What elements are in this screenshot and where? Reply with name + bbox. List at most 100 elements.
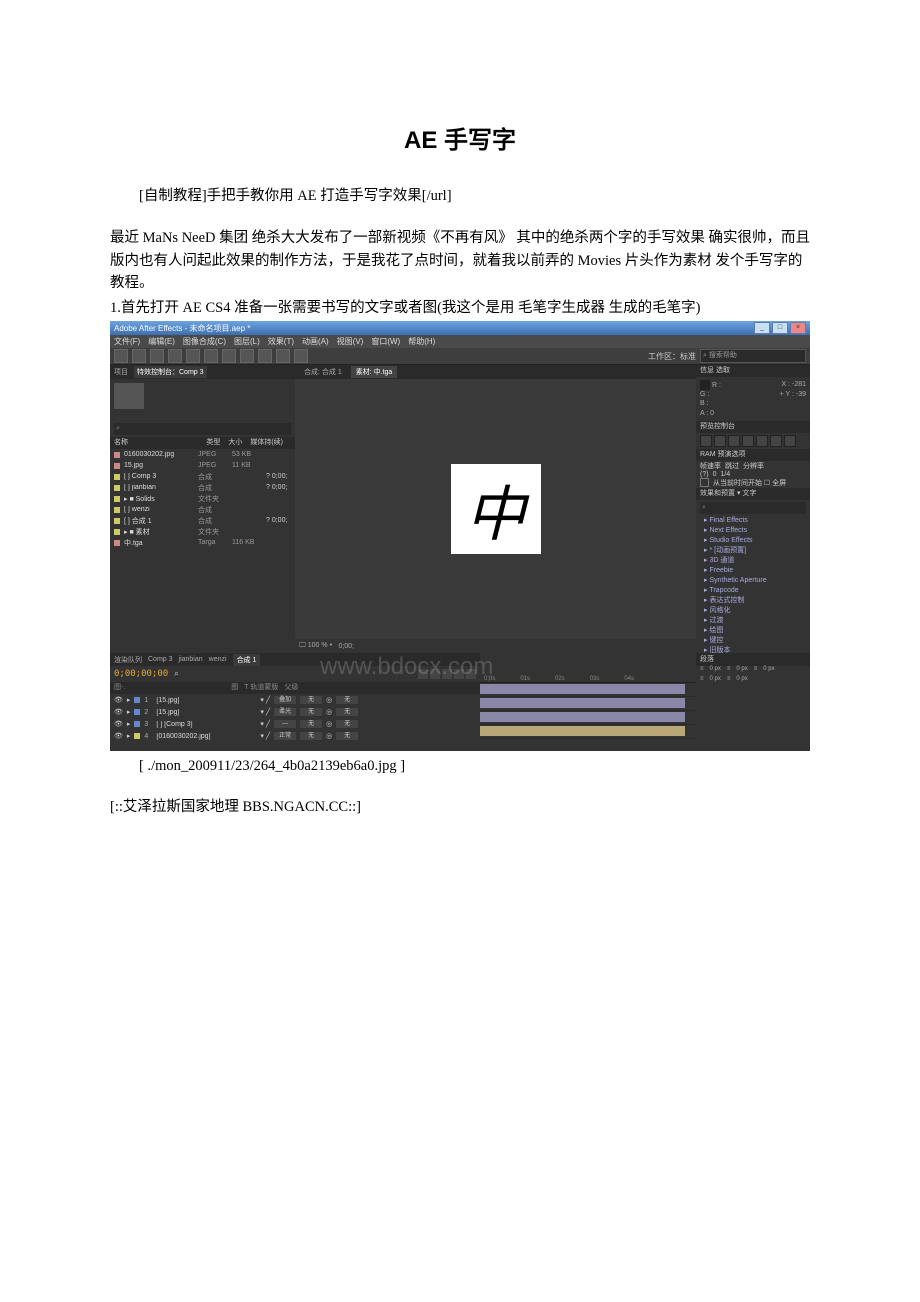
timeline-tab-comp1[interactable]: 合成 1 bbox=[233, 654, 261, 666]
pen-tool-icon[interactable] bbox=[222, 349, 236, 363]
prev-frame-icon[interactable] bbox=[714, 435, 726, 447]
menu-effect[interactable]: 效果(T) bbox=[268, 336, 294, 347]
tab-project[interactable]: 项目 bbox=[114, 367, 128, 377]
loop-icon[interactable] bbox=[770, 435, 782, 447]
tool-bar: 工作区：标准 ⌕ 搜索帮助 bbox=[110, 348, 810, 365]
effects-search-input[interactable]: ⌕ bbox=[700, 502, 806, 514]
parent-dropdown[interactable]: 无 bbox=[336, 720, 358, 728]
menu-composition[interactable]: 图像合成(C) bbox=[183, 336, 226, 347]
timeline-tab-render[interactable]: 渲染队列 bbox=[114, 655, 142, 665]
project-item[interactable]: ▸ ■ Solids文件夹 bbox=[110, 493, 295, 504]
menu-animation[interactable]: 动画(A) bbox=[302, 336, 329, 347]
project-item[interactable]: [ ] 合成 1合成? 0;00; bbox=[110, 515, 295, 526]
viewer-tab-footage[interactable]: 素材: 中.tga bbox=[351, 366, 398, 378]
effect-category[interactable]: ▸ 过渡 bbox=[696, 616, 810, 626]
project-item[interactable]: 0160030202.jpgJPEG53 KB bbox=[110, 449, 295, 460]
camera-tool-icon[interactable] bbox=[186, 349, 200, 363]
tab-effect-controls[interactable]: 特效控制台：Comp 3 bbox=[134, 366, 207, 378]
timeline-tab-jianbian[interactable]: jianbian bbox=[179, 656, 203, 663]
text-tool-icon[interactable] bbox=[240, 349, 254, 363]
timeline-tab-comp3[interactable]: Comp 3 bbox=[148, 656, 173, 663]
blend-mode-dropdown[interactable]: 柔光 bbox=[274, 708, 296, 716]
blend-mode-dropdown[interactable]: 叠加 bbox=[274, 696, 296, 704]
project-item[interactable]: [ ] Comp 3合成? 0;00; bbox=[110, 471, 295, 482]
project-search-input[interactable]: ⌕ bbox=[114, 423, 291, 435]
effect-category[interactable]: ▸ Synthetic Aperture bbox=[696, 576, 810, 586]
time-ruler[interactable]: 0;0s 01s 02s 03s 04s bbox=[480, 653, 696, 683]
timeline-layer[interactable]: 👁▸4[0160030202.jpg]▾ ╱正常无◎无 bbox=[110, 730, 480, 742]
rotate-tool-icon[interactable] bbox=[168, 349, 182, 363]
parent-dropdown[interactable]: 无 bbox=[336, 732, 358, 740]
effect-category[interactable]: ▸ Freebie bbox=[696, 566, 810, 576]
effect-category[interactable]: ▸ 键控 bbox=[696, 636, 810, 646]
play-icon[interactable] bbox=[728, 435, 740, 447]
skip-dropdown[interactable]: 0 bbox=[713, 471, 717, 478]
last-frame-icon[interactable] bbox=[756, 435, 768, 447]
mask-tool-icon[interactable] bbox=[204, 349, 218, 363]
menu-help[interactable]: 帮助(H) bbox=[408, 336, 435, 347]
preview-panel-head[interactable]: 预览控制台 bbox=[696, 421, 810, 433]
framerate-dropdown[interactable]: (?) bbox=[700, 471, 709, 478]
project-item[interactable]: 15.jpgJPEG11 KB bbox=[110, 460, 295, 471]
menu-layer[interactable]: 图层(L) bbox=[234, 336, 260, 347]
selection-tool-icon[interactable] bbox=[114, 349, 128, 363]
brush-tool-icon[interactable] bbox=[258, 349, 272, 363]
parent-dropdown[interactable]: 无 bbox=[336, 708, 358, 716]
menu-edit[interactable]: 编辑(E) bbox=[148, 336, 175, 347]
ae-screenshot: Adobe After Effects - 未命名项目.aep * _ □ × … bbox=[110, 321, 810, 751]
parent-dropdown[interactable]: 无 bbox=[336, 696, 358, 704]
effect-category[interactable]: ▸ 风格化 bbox=[696, 606, 810, 616]
eraser-tool-icon[interactable] bbox=[294, 349, 308, 363]
timecode-display[interactable]: 0;00;00;00 bbox=[114, 669, 168, 679]
first-frame-icon[interactable] bbox=[700, 435, 712, 447]
timeline-search-icon[interactable]: ⌕ bbox=[174, 669, 178, 679]
blend-mode-dropdown[interactable]: — bbox=[274, 720, 296, 728]
timeline-layer[interactable]: 👁▸1[15.jpg]▾ ╱叠加无◎无 bbox=[110, 694, 480, 706]
track-bar[interactable] bbox=[480, 726, 685, 736]
viewer-tab-comp[interactable]: 合成: 合成 1 bbox=[299, 366, 347, 378]
effect-category[interactable]: ▸ * [动画预置] bbox=[696, 546, 810, 556]
effect-category[interactable]: ▸ Next Effects bbox=[696, 526, 810, 536]
menu-file[interactable]: 文件(F) bbox=[114, 336, 140, 347]
zoom-dropdown[interactable]: 🖵 100 % ▾ bbox=[299, 642, 332, 650]
menu-view[interactable]: 视图(V) bbox=[337, 336, 364, 347]
blend-mode-dropdown[interactable]: 正常 bbox=[274, 732, 296, 740]
trackmatte-dropdown[interactable]: 无 bbox=[300, 708, 322, 716]
timeline-tab-wenzi[interactable]: wenzi bbox=[209, 656, 227, 663]
track-bar[interactable] bbox=[480, 684, 685, 694]
from-current-checkbox[interactable] bbox=[700, 478, 709, 487]
clone-tool-icon[interactable] bbox=[276, 349, 290, 363]
info-panel-head[interactable]: 信息 选取 bbox=[696, 365, 810, 377]
effect-category[interactable]: ▸ Final Effects bbox=[696, 516, 810, 526]
effect-category[interactable]: ▸ Trapcode bbox=[696, 586, 810, 596]
effects-presets-head[interactable]: 效果和预置 ▾ 文字 bbox=[696, 488, 810, 500]
hand-tool-icon[interactable] bbox=[132, 349, 146, 363]
minimize-button[interactable]: _ bbox=[754, 322, 770, 334]
effect-category[interactable]: ▸ 3D 通道 bbox=[696, 556, 810, 566]
trackmatte-dropdown[interactable]: 无 bbox=[300, 720, 322, 728]
trackmatte-dropdown[interactable]: 无 bbox=[300, 696, 322, 704]
project-item[interactable]: ▸ ■ 素材文件夹 bbox=[110, 526, 295, 537]
trackmatte-dropdown[interactable]: 无 bbox=[300, 732, 322, 740]
project-item[interactable]: 中.tgaTarga116 KB bbox=[110, 537, 295, 548]
effect-category[interactable]: ▸ 绘图 bbox=[696, 626, 810, 636]
maximize-button[interactable]: □ bbox=[772, 322, 788, 334]
ram-preview-head[interactable]: RAM 预演选项 bbox=[696, 449, 810, 461]
effect-category[interactable]: ▸ 表达式控制 bbox=[696, 596, 810, 606]
track-bar[interactable] bbox=[480, 712, 685, 722]
workspace-label[interactable]: 工作区：标准 bbox=[648, 351, 696, 362]
effect-category[interactable]: ▸ Studio Effects bbox=[696, 536, 810, 546]
timeline-layer[interactable]: 👁▸2[15.jpg]▾ ╱柔光无◎无 bbox=[110, 706, 480, 718]
project-item[interactable]: [ ] wenzi合成 bbox=[110, 504, 295, 515]
zoom-tool-icon[interactable] bbox=[150, 349, 164, 363]
mute-icon[interactable] bbox=[784, 435, 796, 447]
close-button[interactable]: × bbox=[790, 322, 806, 334]
search-help-input[interactable]: ⌕ 搜索帮助 bbox=[700, 349, 806, 363]
paragraph-panel-head[interactable]: 段落 bbox=[696, 653, 810, 666]
project-item[interactable]: [ ] jianbian合成? 0;00; bbox=[110, 482, 295, 493]
timeline-layer[interactable]: 👁▸3[ ] [Comp 3]▾ ╱—无◎无 bbox=[110, 718, 480, 730]
next-frame-icon[interactable] bbox=[742, 435, 754, 447]
track-bar[interactable] bbox=[480, 698, 685, 708]
resolution-dropdown[interactable]: 1/4 bbox=[720, 471, 730, 478]
menu-window[interactable]: 窗口(W) bbox=[371, 336, 400, 347]
